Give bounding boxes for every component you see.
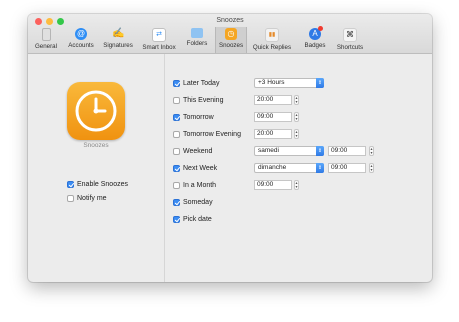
weekend-label: Weekend [183, 148, 213, 155]
enable-snoozes-label: Enable Snoozes [77, 181, 128, 188]
next-week-time-field[interactable]: 09:00 [328, 163, 366, 173]
later-today-checkbox[interactable] [173, 80, 180, 87]
tomorrow-time-field[interactable]: 09:00 [254, 112, 292, 122]
snoozes-app-icon [67, 82, 125, 140]
tomorrow-evening-label: Tomorrow Evening [183, 131, 241, 138]
tab-folders[interactable]: Folders [182, 27, 212, 53]
tab-badges[interactable]: A Badges [300, 26, 330, 53]
folder-icon [191, 28, 203, 38]
pick-date-checkbox[interactable] [173, 216, 180, 223]
option-row-later-today: Later Today +3 Hours ⇕ [173, 78, 423, 89]
weekend-day-popup[interactable]: samedi ⇕ [254, 146, 324, 156]
tomorrow-evening-stepper[interactable]: ▴ ▾ [294, 129, 299, 139]
at-sign-icon: @ [75, 28, 87, 40]
tomorrow-evening-checkbox[interactable] [173, 131, 180, 138]
preferences-window: Snoozes General @ Accounts ✍ Signatures … [28, 14, 432, 282]
next-week-checkbox[interactable] [173, 165, 180, 172]
this-evening-checkbox[interactable] [173, 97, 180, 104]
clock-face-icon [75, 90, 117, 132]
quick-replies-icon: ▮▮ [265, 28, 279, 42]
later-today-popup[interactable]: +3 Hours ⇕ [254, 78, 324, 88]
tomorrow-evening-time-field[interactable]: 20:00 [254, 129, 292, 139]
option-row-someday: Someday [173, 197, 423, 208]
clock-icon: ◷ [225, 28, 237, 40]
next-week-label: Next Week [183, 165, 218, 172]
tab-shortcuts[interactable]: ⌘ Shortcuts [333, 27, 367, 53]
this-evening-time-field[interactable]: 20:00 [254, 95, 292, 105]
command-icon: ⌘ [343, 28, 357, 42]
left-pane: Snoozes Enable Snoozes Notify me [28, 54, 165, 282]
later-today-label: Later Today [183, 80, 220, 87]
pick-date-label: Pick date [183, 216, 212, 223]
weekend-time-field[interactable]: 09:00 [328, 146, 366, 156]
signature-icon: ✍ [112, 28, 125, 39]
next-week-stepper[interactable]: ▴ ▾ [369, 163, 374, 173]
toolbar: Snoozes General @ Accounts ✍ Signatures … [28, 14, 432, 54]
tab-accounts[interactable]: @ Accounts [64, 27, 98, 53]
option-row-tomorrow-evening: Tomorrow Evening 20:00 ▴ ▾ [173, 129, 423, 140]
popup-arrows-icon: ⇕ [316, 163, 324, 173]
notify-me-checkbox[interactable] [67, 195, 74, 202]
someday-label: Someday [183, 199, 213, 206]
smart-inbox-icon: ⇄ [152, 28, 166, 42]
next-week-day-popup[interactable]: dimanche ⇕ [254, 163, 324, 173]
weekend-checkbox[interactable] [173, 148, 180, 155]
in-a-month-stepper[interactable]: ▴ ▾ [294, 180, 299, 190]
in-a-month-time-field[interactable]: 09:00 [254, 180, 292, 190]
tab-quick-replies[interactable]: ▮▮ Quick Replies [250, 27, 294, 53]
option-row-next-week: Next Week dimanche ⇕ 09:00 ▴ ▾ [173, 163, 423, 174]
option-row-this-evening: This Evening 20:00 ▴ ▾ [173, 95, 423, 106]
in-a-month-label: In a Month [183, 182, 217, 189]
popup-arrows-icon: ⇕ [316, 146, 324, 156]
option-row-pick-date: Pick date [173, 214, 423, 225]
tab-signatures[interactable]: ✍ Signatures [100, 27, 136, 53]
someday-checkbox[interactable] [173, 199, 180, 206]
enable-snoozes-option[interactable]: Enable Snoozes [67, 181, 128, 188]
this-evening-label: This Evening [183, 97, 224, 104]
notify-me-option[interactable]: Notify me [67, 195, 107, 202]
in-a-month-checkbox[interactable] [173, 182, 180, 189]
enable-snoozes-checkbox[interactable] [67, 181, 74, 188]
tab-general[interactable]: General [32, 27, 60, 53]
window-title: Snoozes [216, 17, 244, 24]
switch-icon [41, 28, 51, 41]
option-row-in-a-month: In a Month 09:00 ▴ ▾ [173, 180, 423, 191]
weekend-stepper[interactable]: ▴ ▾ [369, 146, 374, 156]
tomorrow-checkbox[interactable] [173, 114, 180, 121]
option-row-weekend: Weekend samedi ⇕ 09:00 ▴ ▾ [173, 146, 423, 157]
tab-smart-inbox[interactable]: ⇄ Smart Inbox [138, 27, 180, 53]
popup-arrows-icon: ⇕ [316, 78, 324, 88]
tomorrow-label: Tomorrow [183, 114, 214, 121]
this-evening-stepper[interactable]: ▴ ▾ [294, 95, 299, 105]
badge-icon: A [309, 26, 323, 40]
notify-me-label: Notify me [77, 195, 107, 202]
tomorrow-stepper[interactable]: ▴ ▾ [294, 112, 299, 122]
app-name-label: Snoozes [83, 142, 109, 149]
tab-snoozes[interactable]: ◷ Snoozes [215, 27, 247, 53]
option-row-tomorrow: Tomorrow 09:00 ▴ ▾ [173, 112, 423, 123]
